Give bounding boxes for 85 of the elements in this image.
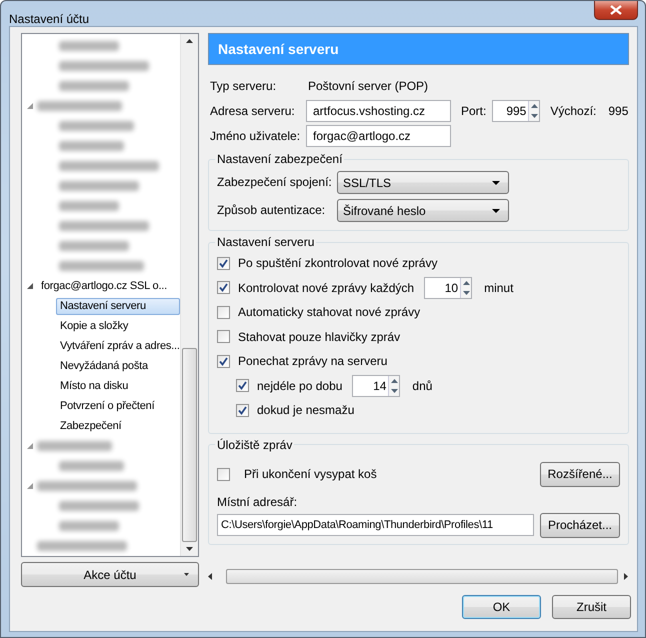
blurred-text[interactable] <box>59 261 144 271</box>
blurred-text[interactable] <box>59 241 129 251</box>
unit-label: minut <box>484 280 514 295</box>
field-label: Jméno uživatele: <box>210 128 302 142</box>
tree-item[interactable]: Nevyžádaná pošta <box>56 358 152 374</box>
tree-item[interactable]: Kopie a složky <box>56 318 132 334</box>
blurred-text[interactable] <box>59 121 134 131</box>
number-spinner[interactable]: 14 <box>352 374 400 397</box>
checkbox-label[interactable]: Kontrolovat nové zprávy každých <box>238 280 414 295</box>
checkbox[interactable] <box>217 354 230 368</box>
blurred-text[interactable] <box>37 441 112 451</box>
tree-item[interactable]: Místo na disku <box>56 378 132 394</box>
number-spinner[interactable]: 10 <box>424 276 472 299</box>
field-label: Místní adresář: <box>217 494 298 508</box>
blurred-text[interactable] <box>59 181 139 191</box>
checkbox[interactable] <box>217 256 230 270</box>
cancel-button[interactable]: Zrušit <box>552 595 631 619</box>
group-title: Nastavení serveru <box>216 235 316 249</box>
checkbox[interactable] <box>217 330 230 344</box>
group-title: Úložiště zpráv <box>216 438 294 452</box>
checkbox[interactable] <box>236 404 249 417</box>
close-icon <box>610 5 622 15</box>
advanced-button[interactable]: Rozšířené... <box>540 462 620 486</box>
dropdown[interactable]: Šifrované heslo <box>337 198 509 222</box>
up-arrow-icon[interactable] <box>186 39 193 43</box>
blurred-text[interactable] <box>59 61 149 71</box>
checkbox[interactable] <box>236 379 249 392</box>
server-type-value: Poštovní server (POP) <box>307 78 428 92</box>
field-label: Způsob autentizace: <box>217 203 326 217</box>
tree-item[interactable]: Potvrzení o přečtení <box>56 398 158 414</box>
blurred-text[interactable] <box>59 521 119 531</box>
dropdown[interactable]: SSL/TLS <box>337 170 509 194</box>
field-label: Zabezpečení spojení: <box>217 175 333 189</box>
blurred-text[interactable] <box>59 81 129 91</box>
checkbox[interactable] <box>217 468 230 480</box>
default-port-value: 995 <box>608 104 628 118</box>
tree-item[interactable]: Vytváření zpráv a adres... <box>56 338 180 354</box>
checkbox[interactable] <box>217 281 230 294</box>
ok-button[interactable]: OK <box>462 595 541 619</box>
account-actions-button[interactable]: Akce účtu <box>21 562 199 587</box>
dropdown-arrow-icon <box>492 208 500 212</box>
scrollbar-thumb[interactable] <box>182 348 197 542</box>
group-title: Nastavení zabezpečení <box>216 152 344 166</box>
server-address-field[interactable]: artfocus.vshosting.cz <box>306 100 451 122</box>
checkbox-label[interactable]: Stahovat pouze hlavičky zpráv <box>238 330 400 344</box>
blurred-text[interactable] <box>59 461 124 471</box>
scrollbar-thumb[interactable] <box>226 569 618 584</box>
field-label: Výchozí: <box>550 104 596 118</box>
close-button[interactable] <box>594 1 638 20</box>
checkbox-label[interactable]: dokud je nesmažu <box>257 403 354 418</box>
local-directory-field[interactable]: C:\Users\forgie\AppData\Roaming\Thunderbird\Profiles\11 <box>217 514 534 536</box>
checkbox-label[interactable]: Ponechat zprávy na serveru <box>238 354 388 368</box>
dropdown-arrow-icon <box>184 573 189 576</box>
vertical-scrollbar[interactable] <box>180 34 198 556</box>
left-arrow-icon[interactable] <box>208 573 212 580</box>
field-label: Typ serveru: <box>210 78 278 92</box>
blurred-text[interactable] <box>59 141 124 151</box>
checkbox-label[interactable]: nejdéle po dobu <box>257 378 342 393</box>
blurred-text[interactable] <box>37 101 122 111</box>
field-label: Port: <box>461 104 486 118</box>
unit-label: dnů <box>412 378 432 393</box>
blurred-text[interactable] <box>59 201 119 211</box>
blurred-text[interactable] <box>37 541 127 551</box>
tree-item[interactable]: Zabezpečení <box>56 418 126 434</box>
checkbox-label[interactable]: Po spuštění zkontrolovat nové zprávy <box>238 256 438 270</box>
expanded-arrow-icon[interactable] <box>26 282 34 290</box>
port-spinner[interactable]: 995 <box>492 100 540 122</box>
dropdown-arrow-icon <box>492 180 500 184</box>
user-name-field[interactable]: forgac@artlogo.cz <box>306 124 451 146</box>
blurred-text[interactable] <box>59 501 139 511</box>
window-title: Nastavení účtu <box>9 12 90 26</box>
down-arrow-icon[interactable] <box>186 547 193 551</box>
account-item[interactable]: forgac@artlogo.cz SSL o... <box>37 278 172 294</box>
blurred-text[interactable] <box>59 221 149 231</box>
tree-item[interactable]: Nastavení serveru <box>56 298 180 314</box>
checkbox-label[interactable]: Při ukončení vysypat koš <box>244 467 534 481</box>
checkbox-label[interactable]: Automaticky stahovat nové zprávy <box>238 305 420 320</box>
right-arrow-icon[interactable] <box>624 573 628 580</box>
blurred-text[interactable] <box>37 481 137 491</box>
blurred-text[interactable] <box>59 41 119 51</box>
blurred-text[interactable] <box>59 161 159 171</box>
browse-button[interactable]: Procházet... <box>540 512 620 538</box>
field-label: Adresa serveru: <box>210 104 296 118</box>
checkbox[interactable] <box>217 306 230 319</box>
panel-title: Nastavení serveru <box>208 33 629 65</box>
